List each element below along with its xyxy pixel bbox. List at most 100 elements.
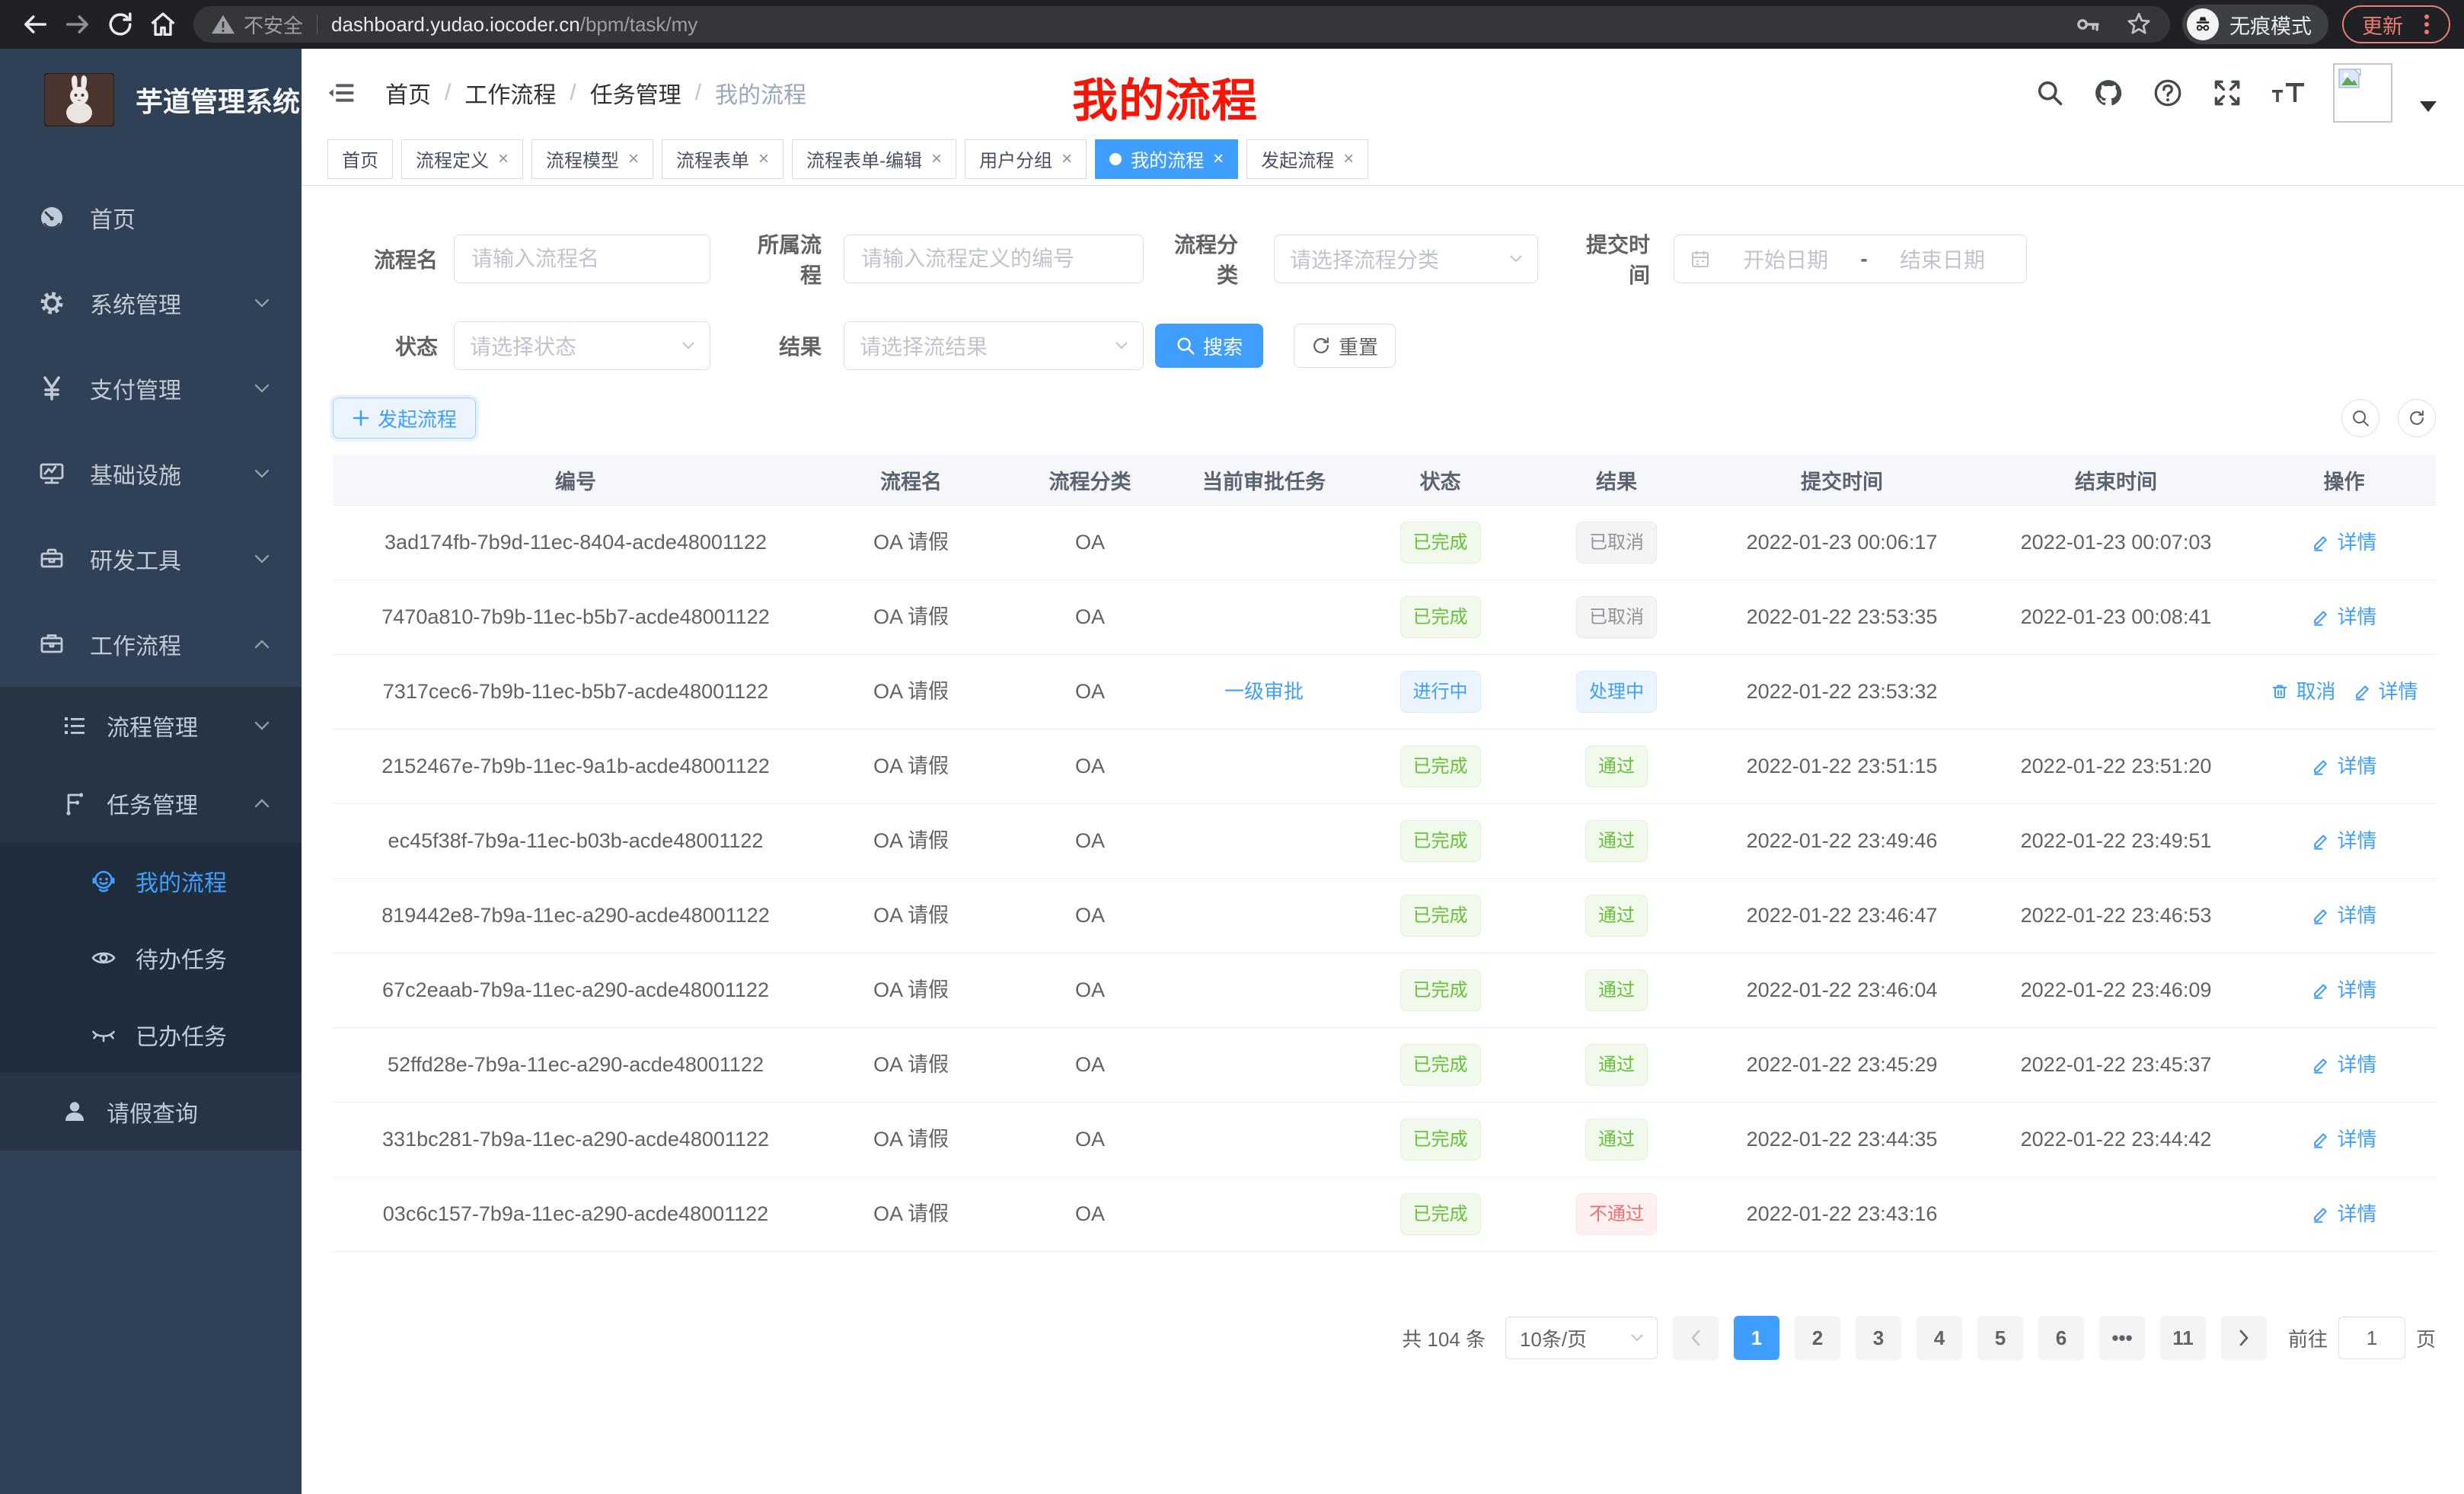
browser-home-icon[interactable] [142,3,184,46]
sidebar-item-已办任务[interactable]: 已办任务 [0,996,302,1073]
sidebar-item-我的流程[interactable]: 我的流程 [0,842,302,919]
sidebar-item-待办任务[interactable]: 待办任务 [0,919,302,996]
browser-menu-kebab-icon[interactable] [2415,11,2438,37]
page-button-5[interactable]: 5 [1977,1316,2023,1360]
detail-link[interactable]: 详情 [2311,903,2376,929]
page-button-11[interactable]: 11 [2160,1316,2206,1360]
search-button[interactable]: 搜索 [1155,324,1263,368]
browser-reload-icon[interactable] [99,3,142,46]
browser-forward-icon[interactable] [56,3,99,46]
link-label: 详情 [2379,679,2418,705]
tab-用户分组[interactable]: 用户分组× [965,139,1087,179]
cell-id: 2152467e-7b9b-11ec-9a1b-acde48001122 [333,753,819,780]
font-size-icon[interactable] [2271,77,2306,109]
url-bar[interactable]: 不安全 dashboard.yudao.iocoder.cn/bpm/task/… [193,6,2170,43]
bookmark-star-icon[interactable] [2124,10,2153,39]
chevron-down-icon [1631,1334,1643,1342]
date-range-picker[interactable]: 开始日期 - 结束日期 [1674,235,2027,283]
result-select[interactable]: 请选择流结果 [844,321,1144,370]
tab-close-icon[interactable]: × [758,148,769,170]
page-button-4[interactable]: 4 [1917,1316,1962,1360]
sidebar-item-label: 已办任务 [136,1018,227,1052]
breadcrumb-item[interactable]: 任务管理 [590,76,681,110]
avatar[interactable] [2333,63,2392,123]
monitor-icon [38,460,65,487]
detail-link[interactable]: 详情 [2311,978,2376,1004]
browser-back-icon[interactable] [14,3,56,46]
tab-close-icon[interactable]: × [628,148,639,170]
sidebar-item-基础设施[interactable]: 基础设施 [0,431,302,516]
sidebar-item-系统管理[interactable]: 系统管理 [0,260,302,346]
detail-link[interactable]: 详情 [2311,530,2376,556]
tab-close-icon[interactable]: × [1061,148,1072,170]
security-label[interactable]: 不安全 [244,11,303,39]
cancel-link[interactable]: 取消 [2270,679,2335,705]
current-task-link[interactable]: 一级审批 [1224,679,1304,705]
end-date-placeholder[interactable]: 结束日期 [1874,244,2011,274]
help-icon[interactable] [2152,77,2184,109]
password-key-icon[interactable] [2074,11,2102,38]
github-icon[interactable] [2092,77,2124,109]
sidebar-item-工作流程[interactable]: 工作流程 [0,602,302,687]
detail-link[interactable]: 详情 [2311,1052,2376,1078]
process-definition-input[interactable] [844,235,1144,283]
link-label: 详情 [2337,605,2376,630]
fullscreen-icon[interactable] [2211,77,2243,109]
pagination-ellipsis[interactable]: ••• [2099,1316,2145,1360]
tab-流程定义[interactable]: 流程定义× [401,139,523,179]
tab-流程表单-编辑[interactable]: 流程表单-编辑× [792,139,956,179]
reset-button[interactable]: 重置 [1294,324,1396,368]
table-search-button[interactable] [2341,399,2379,437]
sidebar-item-任务管理[interactable]: 任务管理 [0,765,302,842]
update-button[interactable]: 更新 [2342,5,2450,43]
page-button-3[interactable]: 3 [1856,1316,1901,1360]
url-text[interactable]: dashboard.yudao.iocoder.cn/bpm/task/my [331,13,697,37]
table-row: 52ffd28e-7b9a-11ec-a290-acde48001122OA 请… [333,1028,2436,1103]
goto-page-input[interactable] [2338,1317,2405,1359]
status-select[interactable]: 请选择状态 [454,321,710,370]
page-button-1[interactable]: 1 [1734,1316,1779,1360]
detail-link[interactable]: 详情 [2353,679,2418,705]
detail-link[interactable]: 详情 [2311,828,2376,854]
tab-流程模型[interactable]: 流程模型× [531,139,653,179]
detail-link[interactable]: 详情 [2311,754,2376,780]
detail-link[interactable]: 详情 [2311,1202,2376,1227]
tab-close-icon[interactable]: × [498,148,509,170]
search-icon[interactable] [2035,78,2065,108]
sidebar-item-请假查询[interactable]: 请假查询 [0,1073,302,1151]
sidebar-item-首页[interactable]: 首页 [0,175,302,260]
tab-close-icon[interactable]: × [931,148,942,170]
avatar-dropdown-caret-icon[interactable] [2420,101,2437,112]
tab-close-icon[interactable]: × [1213,148,1224,170]
table-refresh-button[interactable] [2398,399,2436,437]
next-page-button[interactable] [2221,1316,2267,1360]
create-process-button[interactable]: 发起流程 [333,397,476,439]
filter-result: 结果 请选择流结果 [751,321,1144,370]
page-button-2[interactable]: 2 [1795,1316,1840,1360]
sidebar-item-支付管理[interactable]: 支付管理 [0,346,302,431]
detail-link[interactable]: 详情 [2311,1127,2376,1153]
sidebar-item-流程管理[interactable]: 流程管理 [0,687,302,765]
sidebar-item-研发工具[interactable]: 研发工具 [0,516,302,602]
page-size-select[interactable]: 10条/页 [1505,1317,1658,1359]
logo-row[interactable]: 芋道管理系统 [0,49,302,140]
security-warning-icon[interactable] [210,11,236,37]
tab-首页[interactable]: 首页 [327,139,393,179]
page-button-6[interactable]: 6 [2038,1316,2084,1360]
prev-page-button[interactable] [1673,1316,1719,1360]
chevron-down-icon [682,342,694,350]
tab-发起流程[interactable]: 发起流程× [1246,139,1368,179]
category-select[interactable]: 请选择流程分类 [1274,235,1538,283]
tab-close-icon[interactable]: × [1343,148,1354,170]
process-name-input[interactable] [454,235,710,283]
breadcrumb-item[interactable]: 工作流程 [464,76,556,110]
status-badge: 已取消 [1576,596,1657,638]
detail-link[interactable]: 详情 [2311,605,2376,630]
link-label: 详情 [2337,1052,2376,1078]
start-date-placeholder[interactable]: 开始日期 [1717,244,1854,274]
tab-流程表单[interactable]: 流程表单× [662,139,784,179]
sidebar-toggle-icon[interactable] [327,78,358,108]
breadcrumb-item[interactable]: 首页 [385,76,431,110]
chevron-up-icon [254,640,270,649]
tab-我的流程[interactable]: 我的流程× [1095,139,1238,179]
